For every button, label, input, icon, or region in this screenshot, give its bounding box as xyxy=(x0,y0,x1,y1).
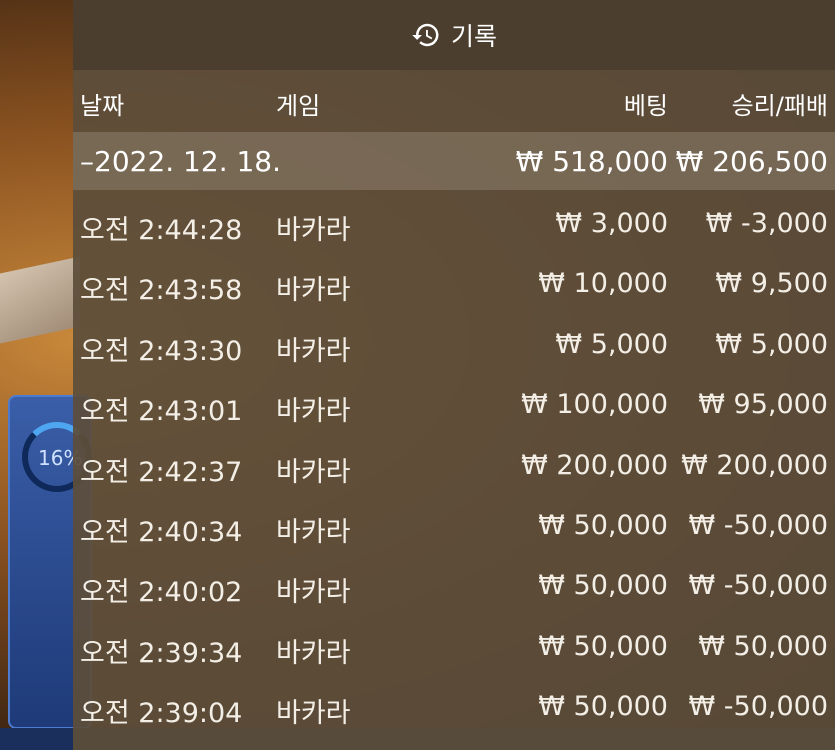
day-group-bet-total: ₩ 518,000 xyxy=(515,145,668,178)
row-bet: ₩ 100,000 xyxy=(521,389,668,421)
row-bet: ₩ 3,000 xyxy=(555,208,668,239)
row-game: 바카라 xyxy=(276,456,351,488)
history-panel: 기록 날짜 게임 베팅 승리/패배 –2022. 12. 18. ₩ 518,0… xyxy=(73,0,835,750)
row-game: 바카라 xyxy=(276,275,351,307)
day-group-result-total: ₩ 206,500 xyxy=(675,145,828,178)
row-time: 오전 2:44:28 xyxy=(80,215,243,246)
row-game: 바카라 xyxy=(276,516,351,548)
row-time: 오전 2:39:04 xyxy=(80,698,243,730)
row-game: 바카라 xyxy=(276,577,351,609)
row-game: 바카라 xyxy=(276,215,351,246)
history-row[interactable]: 오전 2:43:01 바카라 ₩ 100,000 ₩ 95,000 xyxy=(73,377,835,437)
row-result: ₩ 95,000 xyxy=(698,389,828,421)
row-bet: ₩ 50,000 xyxy=(538,691,668,723)
history-row[interactable]: 오전 2:43:58 바카라 ₩ 10,000 ₩ 9,500 xyxy=(73,256,835,316)
row-bet: ₩ 50,000 xyxy=(538,570,668,602)
row-game: 바카라 xyxy=(276,335,351,367)
row-bet: ₩ 10,000 xyxy=(538,268,668,300)
row-game: 바카라 xyxy=(276,637,351,669)
row-time: 오전 2:40:34 xyxy=(80,516,243,548)
row-time: 오전 2:39:34 xyxy=(80,637,243,669)
history-header: 기록 xyxy=(73,0,835,70)
row-result: ₩ 9,500 xyxy=(715,268,828,300)
history-row[interactable]: 오전 2:42:37 바카라 ₩ 200,000 ₩ 200,000 xyxy=(73,438,835,498)
history-list: 오전 2:44:28 바카라 ₩ 3,000 ₩ -3,000 오전 2:43:… xyxy=(73,196,835,740)
history-row[interactable]: 오전 2:40:34 바카라 ₩ 50,000 ₩ -50,000 xyxy=(73,498,835,558)
row-bet: ₩ 50,000 xyxy=(538,509,668,541)
row-bet: ₩ 5,000 xyxy=(555,328,668,360)
column-headers: 날짜 게임 베팅 승리/패배 xyxy=(73,70,835,132)
row-result: ₩ -3,000 xyxy=(705,208,828,239)
history-icon xyxy=(412,23,439,47)
row-result: ₩ -50,000 xyxy=(688,509,829,541)
row-result: ₩ 50,000 xyxy=(698,630,828,662)
column-result[interactable]: 승리/패배 xyxy=(732,86,828,121)
row-result: ₩ 5,000 xyxy=(715,328,828,360)
row-game: 바카라 xyxy=(276,698,351,730)
history-row[interactable]: 오전 2:39:34 바카라 ₩ 50,000 ₩ 50,000 xyxy=(73,619,835,679)
row-bet: ₩ 200,000 xyxy=(521,449,668,481)
history-row[interactable]: 오전 2:40:02 바카라 ₩ 50,000 ₩ -50,000 xyxy=(73,558,835,618)
row-game: 바카라 xyxy=(276,396,351,428)
row-time: 오전 2:42:37 xyxy=(80,456,243,488)
row-time: 오전 2:43:30 xyxy=(80,335,243,367)
column-date[interactable]: 날짜 xyxy=(80,86,124,121)
day-group-date: –2022. 12. 18. xyxy=(80,145,282,178)
row-time: 오전 2:43:58 xyxy=(80,275,243,307)
row-time: 오전 2:40:02 xyxy=(80,577,243,609)
row-result: ₩ 200,000 xyxy=(681,449,828,481)
row-time: 오전 2:43:01 xyxy=(80,396,243,428)
row-result: ₩ -50,000 xyxy=(688,570,829,602)
history-title: 기록 xyxy=(450,22,497,51)
history-row[interactable]: 오전 2:39:04 바카라 ₩ 50,000 ₩ -50,000 xyxy=(73,679,835,739)
day-group-row[interactable]: –2022. 12. 18. ₩ 518,000 ₩ 206,500 xyxy=(73,132,835,190)
history-row[interactable]: 오전 2:43:30 바카라 ₩ 5,000 ₩ 5,000 xyxy=(73,317,835,377)
row-bet: ₩ 50,000 xyxy=(538,630,668,662)
row-result: ₩ -50,000 xyxy=(688,691,829,723)
column-game[interactable]: 게임 xyxy=(276,86,320,121)
history-row[interactable]: 오전 2:44:28 바카라 ₩ 3,000 ₩ -3,000 xyxy=(73,196,835,256)
column-bet[interactable]: 베팅 xyxy=(624,86,668,121)
